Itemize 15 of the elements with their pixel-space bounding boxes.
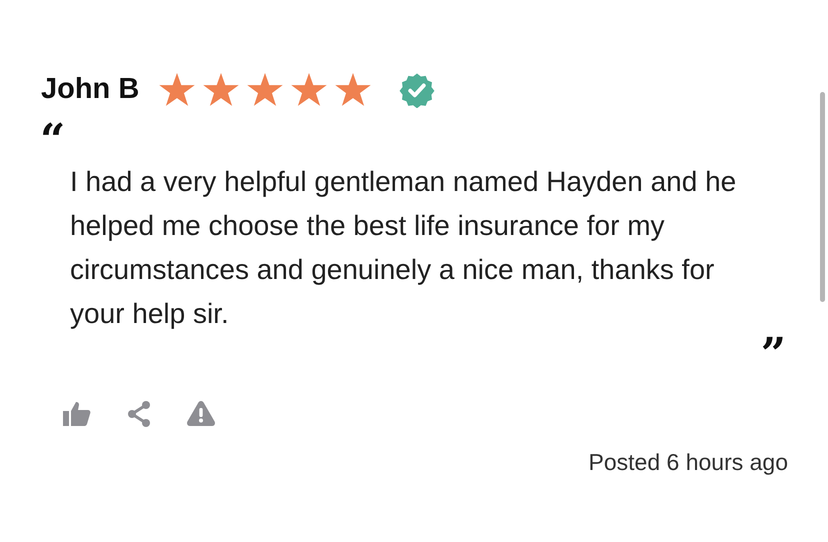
warning-icon: [186, 400, 216, 427]
star-icon: [335, 72, 372, 107]
thumbs-up-icon: [62, 400, 92, 426]
star-icon: [291, 72, 328, 107]
share-icon: [126, 400, 152, 428]
like-button[interactable]: [62, 400, 92, 426]
star-icon: [159, 72, 196, 107]
share-button[interactable]: [126, 400, 152, 428]
report-button[interactable]: [186, 400, 216, 427]
star-icon: [203, 72, 240, 107]
scrollbar[interactable]: [820, 92, 825, 302]
author-name: John B: [41, 72, 140, 107]
star-icon: [247, 72, 284, 107]
posted-time: Posted 6 hours ago: [588, 448, 788, 477]
review-text: I had a very helpful gentleman named Hayden and he helped me choose the best life insurance for my circumstances and genuinely a nice man, thanks for your help sir.: [70, 164, 738, 331]
